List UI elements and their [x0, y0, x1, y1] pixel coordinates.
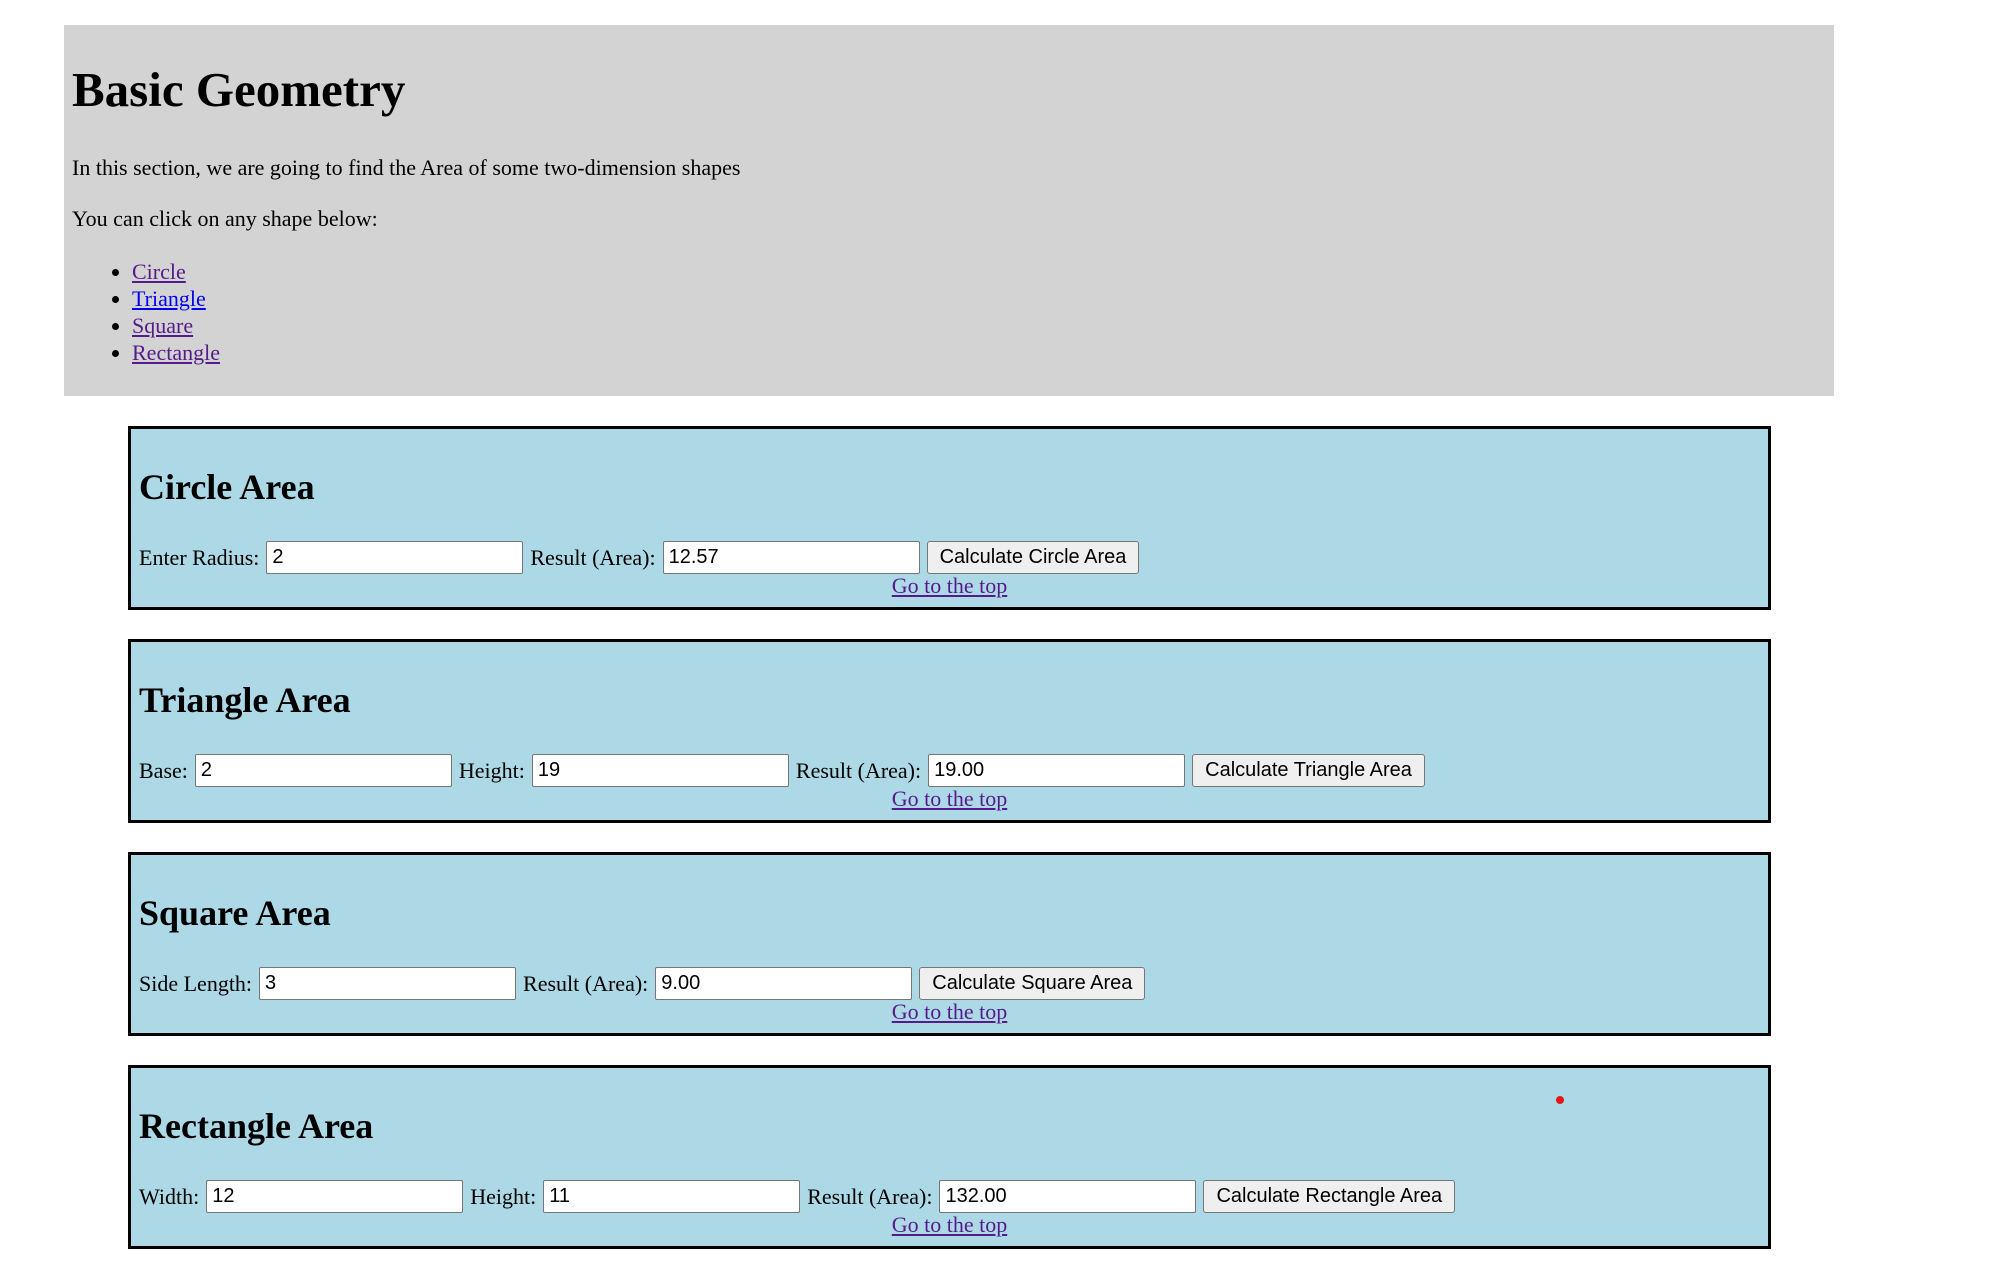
rectangle-result-field[interactable]: [939, 1180, 1197, 1213]
triangle-height-label: Height:: [458, 757, 525, 783]
page-header: Basic Geometry In this section, we are g…: [64, 25, 1834, 396]
circle-result-label: Result (Area):: [530, 544, 656, 570]
page-title: Basic Geometry: [72, 62, 406, 117]
rectangle-form: Width: Height: Result (Area): Calculate …: [139, 1180, 1456, 1213]
go-to-top-link[interactable]: Go to the top: [892, 999, 1008, 1024]
cursor-dot: [1556, 1096, 1564, 1104]
square-title: Square Area: [139, 893, 331, 933]
intro-text: In this section, we are going to find th…: [72, 155, 741, 180]
side-length-input[interactable]: [259, 967, 517, 1000]
calculate-square-button[interactable]: Calculate Square Area: [919, 967, 1146, 1000]
list-item: Rectangle: [132, 339, 1834, 366]
go-to-top-link[interactable]: Go to the top: [892, 1212, 1008, 1237]
shape-link-list: Circle Triangle Square Rectangle: [72, 258, 1834, 366]
square-result-field[interactable]: [655, 967, 913, 1000]
base-input[interactable]: [194, 754, 452, 787]
circle-section: Circle Area Enter Radius: Result (Area):…: [128, 426, 1771, 610]
list-item: Square: [132, 312, 1834, 339]
go-to-top-link[interactable]: Go to the top: [892, 573, 1008, 598]
triangle-title: Triangle Area: [139, 680, 351, 720]
square-section: Square Area Side Length: Result (Area): …: [128, 852, 1771, 1036]
list-item: Circle: [132, 258, 1834, 285]
width-label: Width:: [139, 1183, 200, 1209]
rectangle-link[interactable]: Rectangle: [132, 340, 220, 365]
triangle-section: Triangle Area Base: Height: Result (Area…: [128, 639, 1771, 823]
square-top-link-wrap: Go to the top: [131, 1001, 1768, 1023]
base-label: Base:: [139, 757, 188, 783]
triangle-link[interactable]: Triangle: [132, 286, 206, 311]
circle-result-field[interactable]: [662, 541, 920, 574]
triangle-result-field[interactable]: [928, 754, 1186, 787]
prompt-text: You can click on any shape below:: [72, 206, 378, 231]
rectangle-section: Rectangle Area Width: Height: Result (Ar…: [128, 1065, 1771, 1249]
rectangle-title: Rectangle Area: [139, 1106, 374, 1146]
radius-input[interactable]: [266, 541, 524, 574]
square-result-label: Result (Area):: [523, 970, 649, 996]
triangle-top-link-wrap: Go to the top: [131, 788, 1768, 810]
go-to-top-link[interactable]: Go to the top: [892, 786, 1008, 811]
calculate-rectangle-button[interactable]: Calculate Rectangle Area: [1203, 1180, 1456, 1213]
calculate-circle-button[interactable]: Calculate Circle Area: [926, 541, 1140, 574]
triangle-height-input[interactable]: [531, 754, 789, 787]
rectangle-height-label: Height:: [470, 1183, 537, 1209]
circle-top-link-wrap: Go to the top: [131, 575, 1768, 597]
rectangle-height-input[interactable]: [543, 1180, 801, 1213]
calculate-triangle-button[interactable]: Calculate Triangle Area: [1192, 754, 1425, 787]
triangle-form: Base: Height: Result (Area): Calculate T…: [139, 754, 1425, 787]
width-input[interactable]: [206, 1180, 464, 1213]
rectangle-top-link-wrap: Go to the top: [131, 1214, 1768, 1236]
circle-form: Enter Radius: Result (Area): Calculate C…: [139, 541, 1140, 574]
circle-link[interactable]: Circle: [132, 259, 186, 284]
square-link[interactable]: Square: [132, 313, 193, 338]
list-item: Triangle: [132, 285, 1834, 312]
triangle-result-label: Result (Area):: [795, 757, 922, 783]
square-form: Side Length: Result (Area): Calculate Sq…: [139, 967, 1146, 1000]
side-length-label: Side Length:: [139, 970, 253, 996]
radius-label: Enter Radius:: [139, 544, 260, 570]
rectangle-result-label: Result (Area):: [807, 1183, 933, 1209]
circle-title: Circle Area: [139, 467, 315, 507]
